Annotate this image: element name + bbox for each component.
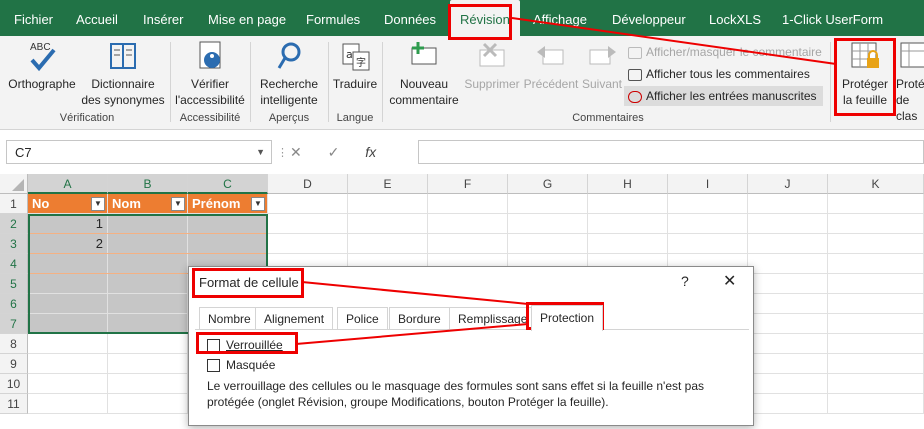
tab-protection[interactable]: Protection <box>531 305 604 331</box>
annotation-lines <box>295 17 837 345</box>
